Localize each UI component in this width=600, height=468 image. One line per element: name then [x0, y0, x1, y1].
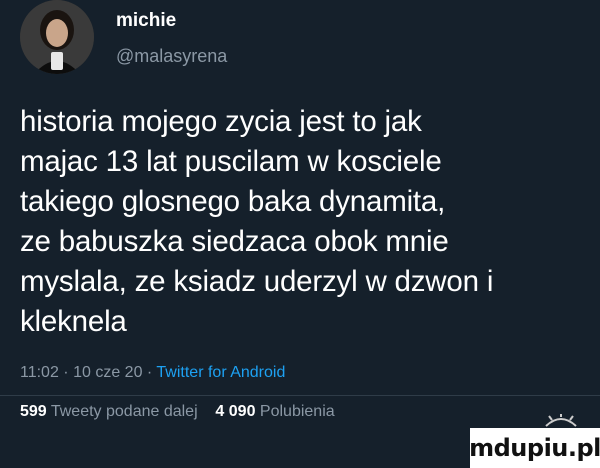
author-display-name[interactable]: michie	[116, 10, 176, 32]
retweets-count[interactable]: 599	[20, 403, 47, 420]
avatar-photo-icon	[20, 0, 94, 74]
likes-count[interactable]: 4 090	[215, 403, 255, 420]
watermark-logo: mdupiu.pl	[469, 428, 600, 468]
tweet-text-line: historia mojego zycia jest to jak	[20, 105, 422, 138]
tweet-text-line: myslala, ze ksiadz uderzyl w dzwon i	[20, 265, 494, 298]
meta-separator: ·	[142, 364, 157, 381]
tweet-source-link[interactable]: Twitter for Android	[156, 364, 285, 381]
tweet-text-line: takiego glosnego baka dynamita,	[20, 185, 446, 218]
tweet-date[interactable]: 10 cze 20	[73, 364, 142, 381]
tweet-meta: 11:02 · 10 cze 20 · Twitter for Android	[20, 364, 285, 382]
retweets-label[interactable]: Tweety podane dalej	[51, 403, 198, 420]
tweet-text: historia mojego zycia jest to jak majac …	[20, 102, 585, 342]
avatar[interactable]	[20, 0, 94, 74]
author-handle[interactable]: @malasyrena	[116, 46, 227, 67]
tweet-text-line: kleknela	[20, 305, 127, 338]
tweet-stats: 599 Tweety podane dalej 4 090 Polubienia	[20, 403, 335, 421]
tweet-text-line: ze babuszka siedzaca obok mnie	[20, 225, 449, 258]
likes-label[interactable]: Polubienia	[260, 403, 335, 420]
divider	[0, 395, 600, 396]
tweet-time[interactable]: 11:02	[20, 364, 59, 381]
tweet-card: michie @malasyrena historia mojego zycia…	[0, 0, 600, 468]
watermark-text: mdupiu.pl	[469, 434, 600, 462]
meta-separator: ·	[58, 364, 74, 381]
tweet-text-line: majac 13 lat puscilam w kosciele	[20, 145, 442, 178]
